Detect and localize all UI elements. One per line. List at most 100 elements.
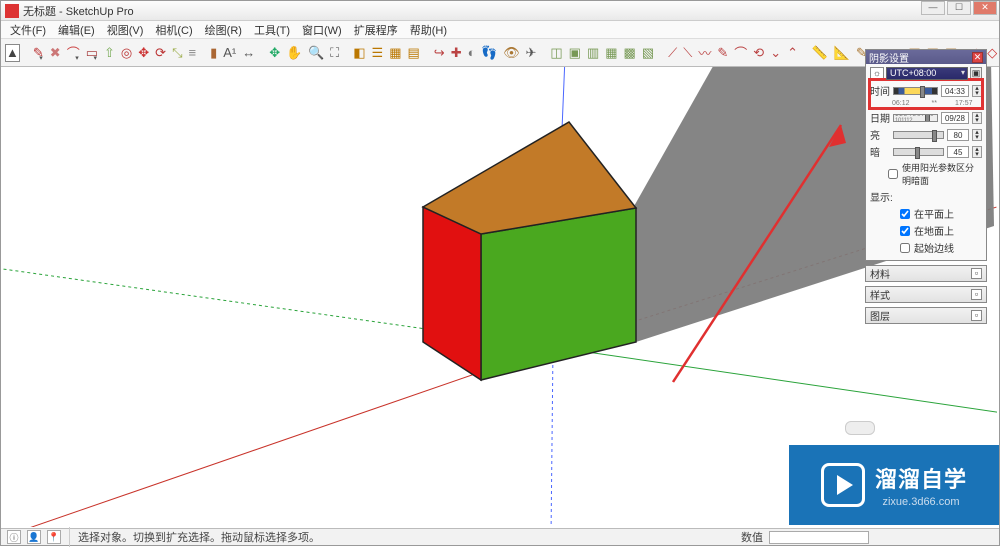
select-tool[interactable]: ▲ <box>5 44 20 62</box>
date-slider[interactable]: 1 2 3 4 5 6 7 8 9 101112 <box>893 114 938 122</box>
pencil-tool[interactable]: ✎ <box>32 44 45 62</box>
sandbox-4[interactable]: ✎ <box>716 44 729 62</box>
menu-window[interactable]: 窗口(W) <box>299 21 345 39</box>
menu-view[interactable]: 视图(V) <box>104 21 147 39</box>
layers-panel[interactable]: 图层 ▫ <box>865 307 987 324</box>
menu-plugins[interactable]: 扩展程序 <box>351 21 401 39</box>
solid-2[interactable]: ◇ <box>986 44 998 62</box>
sandbox-2[interactable]: ⟍ <box>682 44 693 62</box>
menu-tools[interactable]: 工具(T) <box>251 21 293 39</box>
menu-camera[interactable]: 相机(C) <box>152 21 195 39</box>
style-textured-icon[interactable]: ▩ <box>623 44 637 62</box>
paint-tool[interactable]: ▮ <box>209 44 218 62</box>
date-label: 日期 <box>870 110 890 125</box>
menu-edit[interactable]: 编辑(E) <box>55 21 98 39</box>
timezone-select[interactable]: UTC+08:00 <box>886 67 968 80</box>
time-max: 17:57 <box>955 100 973 107</box>
viewport-nub[interactable] <box>845 421 875 435</box>
pushpull-tool[interactable]: ⇧ <box>103 44 116 62</box>
component-icon[interactable]: ▦ <box>388 44 402 62</box>
date-stepper[interactable]: ▴▾ <box>972 112 982 124</box>
expand-icon[interactable]: ▫ <box>971 310 982 321</box>
axes-tool[interactable]: ✚ <box>450 44 463 62</box>
date-value[interactable]: 09/28 <box>941 112 969 124</box>
shadow-toggle-icon[interactable]: ☼ <box>870 67 884 80</box>
expand-icon[interactable]: ▫ <box>971 268 982 279</box>
sandbox-5[interactable]: ⌒ <box>733 44 748 62</box>
status-info-icon[interactable]: ⓘ <box>7 530 21 544</box>
shadow-panel-header[interactable]: 阴影设置 ✕ <box>866 50 986 64</box>
layers-icon[interactable]: ▤ <box>406 44 420 62</box>
styles-panel[interactable]: 样式 ▫ <box>865 286 987 303</box>
status-user-icon[interactable]: 👤 <box>27 530 41 544</box>
display-on-faces-checkbox[interactable] <box>900 209 910 219</box>
watermark: 溜溜自学 zixue.3d66.com <box>789 445 999 525</box>
menu-file[interactable]: 文件(F) <box>7 21 49 39</box>
pan-tool[interactable]: ✋ <box>285 44 303 62</box>
style-wire-icon[interactable]: ▣ <box>568 44 582 62</box>
display-from-edges-checkbox[interactable] <box>900 243 910 253</box>
look-tool[interactable]: 👁 <box>502 44 520 62</box>
text-tool[interactable]: A¹ <box>222 44 237 62</box>
tape-3[interactable]: 📐 <box>833 44 851 62</box>
panel-expand-icon[interactable]: ▣ <box>970 67 982 80</box>
sandbox-1[interactable]: ⟋ <box>667 44 678 62</box>
sandbox-3[interactable]: 〰 <box>697 44 712 62</box>
maximize-button[interactable]: ☐ <box>947 1 971 15</box>
app-icon <box>5 4 19 18</box>
status-geo-icon[interactable]: 📍 <box>47 530 61 544</box>
light-slider[interactable] <box>893 131 944 139</box>
sandbox-6[interactable]: ⟲ <box>752 44 765 62</box>
dimension-tool[interactable]: ↔ <box>241 44 256 62</box>
dark-value[interactable]: 45 <box>947 146 969 158</box>
watermark-main: 溜溜自学 <box>875 462 967 494</box>
outliner-icon[interactable]: ☰ <box>371 44 385 62</box>
dark-slider[interactable] <box>893 148 944 156</box>
materials-panel[interactable]: 材料 ▫ <box>865 265 987 282</box>
style-mono-icon[interactable]: ▧ <box>641 44 655 62</box>
section-tool[interactable]: ◧ <box>352 44 366 62</box>
sandbox-7[interactable]: ⌄ <box>769 44 782 62</box>
dark-label: 暗 <box>870 144 890 159</box>
zoom-extents-tool[interactable]: ⛶ <box>329 44 340 62</box>
close-button[interactable]: ✕ <box>973 1 997 15</box>
vcb-input[interactable] <box>769 531 869 544</box>
style-xray-icon[interactable]: ◫ <box>549 44 563 62</box>
display-label: 显示: <box>870 189 982 204</box>
rotate-tool[interactable]: ⟳ <box>154 44 167 62</box>
time-stepper[interactable]: ▴▾ <box>972 85 982 97</box>
sandbox-8[interactable]: ⌃ <box>786 44 799 62</box>
style-shaded-icon[interactable]: ▦ <box>604 44 618 62</box>
eraser-tool[interactable]: ✖ <box>49 44 62 62</box>
watermark-sub: zixue.3d66.com <box>882 496 959 508</box>
light-value[interactable]: 80 <box>947 129 969 141</box>
scale-tool[interactable]: ⤡ <box>171 44 183 62</box>
panel-close-icon[interactable]: ✕ <box>972 52 983 63</box>
zoom-tool[interactable]: 🔍 <box>307 44 325 62</box>
tape-2[interactable]: 📏 <box>811 44 829 62</box>
position-camera-tool[interactable]: ✈ <box>524 44 537 62</box>
protractor-tool[interactable]: ◐ <box>467 44 477 62</box>
move-tool[interactable]: ✥ <box>137 44 150 62</box>
menu-help[interactable]: 帮助(H) <box>407 21 450 39</box>
time-min: 06:12 <box>892 100 910 107</box>
orbit-tool[interactable]: ✥ <box>268 44 281 62</box>
menu-draw[interactable]: 绘图(R) <box>202 21 245 39</box>
arc-tool[interactable]: ⌒ <box>66 44 81 62</box>
light-stepper[interactable]: ▴▾ <box>972 129 982 141</box>
followme-tool[interactable]: ↪ <box>433 44 446 62</box>
shapes-tool[interactable]: ▭ <box>85 44 99 62</box>
style-hidden-icon[interactable]: ▥ <box>586 44 600 62</box>
offset-tool[interactable]: ◎ <box>120 44 133 62</box>
vcb-label: 数值 <box>741 529 763 545</box>
time-slider[interactable] <box>893 87 938 95</box>
dark-stepper[interactable]: ▴▾ <box>972 146 982 158</box>
tape-tool[interactable]: ≡ <box>187 44 197 62</box>
display-on-ground-checkbox[interactable] <box>900 226 910 236</box>
expand-icon[interactable]: ▫ <box>971 289 982 300</box>
minimize-button[interactable]: — <box>921 1 945 15</box>
walk-tool[interactable]: 👣 <box>480 44 498 62</box>
use-sun-checkbox[interactable] <box>888 169 898 179</box>
time-value[interactable]: 04:33 <box>941 85 969 97</box>
light-label: 亮 <box>870 127 890 142</box>
